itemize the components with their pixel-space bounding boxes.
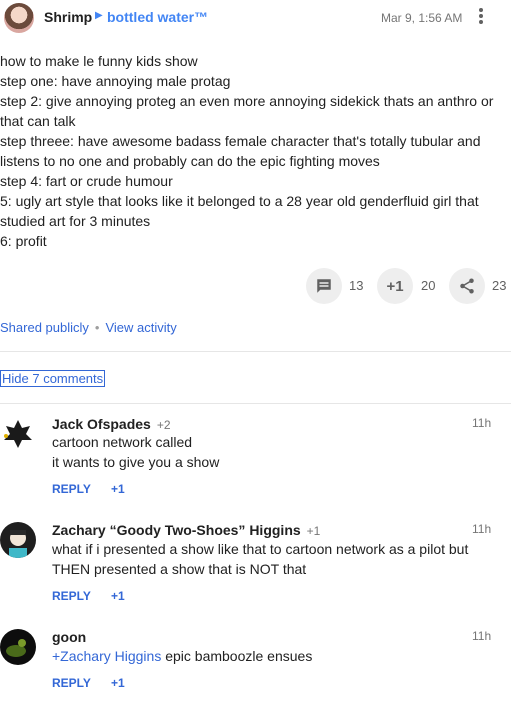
reply-button[interactable]: REPLY: [52, 676, 91, 690]
post-body: how to make le funny kids show step one:…: [0, 51, 505, 251]
divider: [0, 351, 511, 352]
comment-button[interactable]: [306, 268, 342, 304]
commenter-avatar[interactable]: [0, 629, 36, 665]
comment-text: what if i presented a show like that to …: [52, 541, 469, 577]
mention-link[interactable]: +Zachary Higgins: [52, 648, 161, 664]
comment-plusone-button[interactable]: +1: [111, 589, 125, 603]
comment-text: cartoon network called it wants to give …: [52, 434, 220, 470]
view-activity-link[interactable]: View activity: [105, 320, 176, 335]
commenter-avatar[interactable]: [0, 416, 36, 452]
post-actions: 13 +1 20 23: [0, 268, 511, 304]
comment-plusone-button[interactable]: +1: [111, 482, 125, 496]
reply-button[interactable]: REPLY: [52, 482, 91, 496]
share-count: 23: [492, 278, 507, 293]
comment-author[interactable]: Zachary “Goody Two-Shoes” Higgins +1: [52, 522, 320, 538]
comment-time[interactable]: 11h: [472, 629, 491, 643]
post-line: step 4: fart or crude humour: [0, 173, 173, 189]
hide-comments-link[interactable]: Hide 7 comments: [0, 370, 106, 387]
post-line: step one: have annoying male protag: [0, 73, 231, 89]
author-name[interactable]: Shrimp: [44, 9, 92, 25]
share-button[interactable]: [449, 268, 485, 304]
share-icon: [460, 278, 474, 294]
post-line: step 2: give annoying proteg an even mor…: [0, 93, 494, 129]
comment-text: +Zachary Higgins epic bamboozle ensues: [52, 648, 313, 664]
shared-row: Shared publicly • View activity: [0, 320, 177, 335]
community-link[interactable]: bottled water™: [107, 9, 208, 25]
arrow-right-icon: ▶: [95, 10, 103, 21]
comment-plus-count: +1: [306, 524, 321, 538]
comment-time[interactable]: 11h: [472, 416, 491, 430]
shared-publicly-link[interactable]: Shared publicly: [0, 320, 89, 335]
comment-icon: [317, 279, 331, 293]
divider: [0, 403, 511, 404]
comment-count: 13: [349, 278, 364, 293]
comment-plusone-button[interactable]: +1: [111, 676, 125, 690]
post-line: step threee: have awesome badass female …: [0, 133, 481, 169]
comment-time[interactable]: 11h: [472, 522, 491, 536]
plusone-count: 20: [421, 278, 436, 293]
post-line: 6: profit: [0, 233, 47, 249]
post-header: Shrimp ▶ bottled water™ Mar 9, 1:56 AM: [0, 0, 511, 40]
author-avatar[interactable]: [4, 3, 34, 33]
more-vert-icon[interactable]: [476, 6, 486, 28]
comment-author[interactable]: Jack Ofspades +2: [52, 416, 171, 432]
commenter-avatar[interactable]: [0, 522, 36, 558]
plusone-button[interactable]: +1: [377, 268, 413, 304]
reply-button[interactable]: REPLY: [52, 589, 91, 603]
post-line: 5: ugly art style that looks like it bel…: [0, 193, 479, 229]
plusone-label: +1: [386, 277, 404, 295]
comment-author[interactable]: goon: [52, 629, 86, 645]
comment-plus-count: +2: [156, 418, 171, 432]
separator-dot: •: [94, 320, 100, 335]
post-timestamp[interactable]: Mar 9, 1:56 AM: [381, 11, 462, 25]
post-line: how to make le funny kids show: [0, 53, 198, 69]
